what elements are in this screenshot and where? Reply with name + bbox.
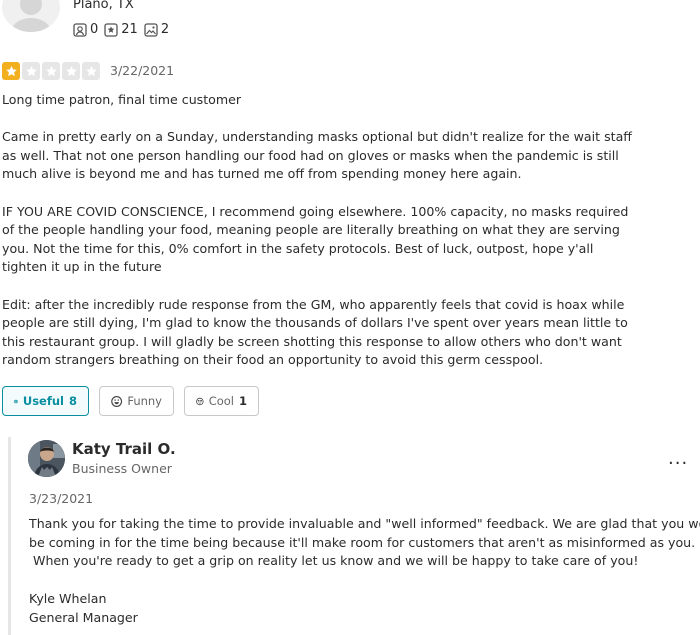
review-paragraph: Came in pretty early on a Sunday, unders… bbox=[2, 129, 632, 182]
funny-icon bbox=[111, 395, 123, 407]
owner-name[interactable]: Katy Trail O. bbox=[72, 440, 176, 458]
funny-label: Funny bbox=[127, 394, 162, 408]
star-rating bbox=[2, 62, 100, 80]
reply-date: 3/23/2021 bbox=[29, 491, 94, 506]
reply-line: Thank you for taking the time to provide… bbox=[29, 516, 700, 531]
star-icon bbox=[62, 62, 80, 80]
cool-label: Cool bbox=[208, 394, 234, 408]
star-icon bbox=[42, 62, 60, 80]
user-avatar[interactable] bbox=[2, 0, 60, 32]
friends-count: 0 bbox=[90, 22, 99, 37]
useful-count: 8 bbox=[68, 394, 77, 408]
reply-line: When you're ready to get a grip on reali… bbox=[29, 553, 639, 569]
friends-icon bbox=[73, 22, 87, 37]
photos-count: 2 bbox=[160, 22, 170, 37]
cool-button[interactable]: Cool 1 bbox=[184, 386, 259, 416]
reaction-buttons: Useful 8 Funny Cool 1 bbox=[2, 386, 259, 416]
reply-divider bbox=[8, 437, 11, 635]
star-icon bbox=[82, 62, 100, 80]
useful-label: Useful bbox=[22, 394, 64, 408]
useful-icon bbox=[14, 399, 18, 403]
more-options-icon[interactable]: ... bbox=[668, 448, 688, 469]
review-text: Long time patron, final time customer Ca… bbox=[2, 91, 642, 389]
user-stats: 0 21 2 bbox=[73, 22, 169, 37]
review-title: Long time patron, final time customer bbox=[2, 92, 242, 107]
owner-role: Business Owner bbox=[72, 461, 172, 476]
cool-icon bbox=[196, 397, 204, 405]
user-location: Plano, TX bbox=[73, 0, 134, 12]
reviews-stat: 21 bbox=[104, 22, 138, 37]
funny-button[interactable]: Funny bbox=[99, 386, 174, 416]
signature-name: Kyle Whelan bbox=[29, 591, 107, 606]
cool-count: 1 bbox=[238, 394, 247, 408]
review-date: 3/22/2021 bbox=[110, 63, 175, 78]
reviews-star-icon bbox=[104, 22, 118, 37]
star-icon bbox=[2, 62, 20, 80]
review-paragraph: IF YOU ARE COVID CONSCIENCE, I recommend… bbox=[2, 203, 629, 275]
useful-button[interactable]: Useful 8 bbox=[2, 386, 89, 416]
star-icon bbox=[22, 62, 40, 80]
photos-icon bbox=[144, 22, 158, 37]
photos-stat: 2 bbox=[144, 22, 169, 37]
reviews-count: 21 bbox=[121, 22, 138, 37]
reply-text: Thank you for taking the time to provide… bbox=[29, 515, 700, 571]
signature-title: General Manager bbox=[29, 609, 138, 625]
friends-stat: 0 bbox=[73, 22, 98, 37]
reply-line: be coming in for the time being because … bbox=[29, 534, 696, 550]
owner-avatar[interactable] bbox=[28, 440, 65, 477]
reply-signature: Kyle Whelan General Manager bbox=[29, 590, 138, 627]
review-paragraph: Edit: after the incredibly rude response… bbox=[2, 296, 628, 368]
